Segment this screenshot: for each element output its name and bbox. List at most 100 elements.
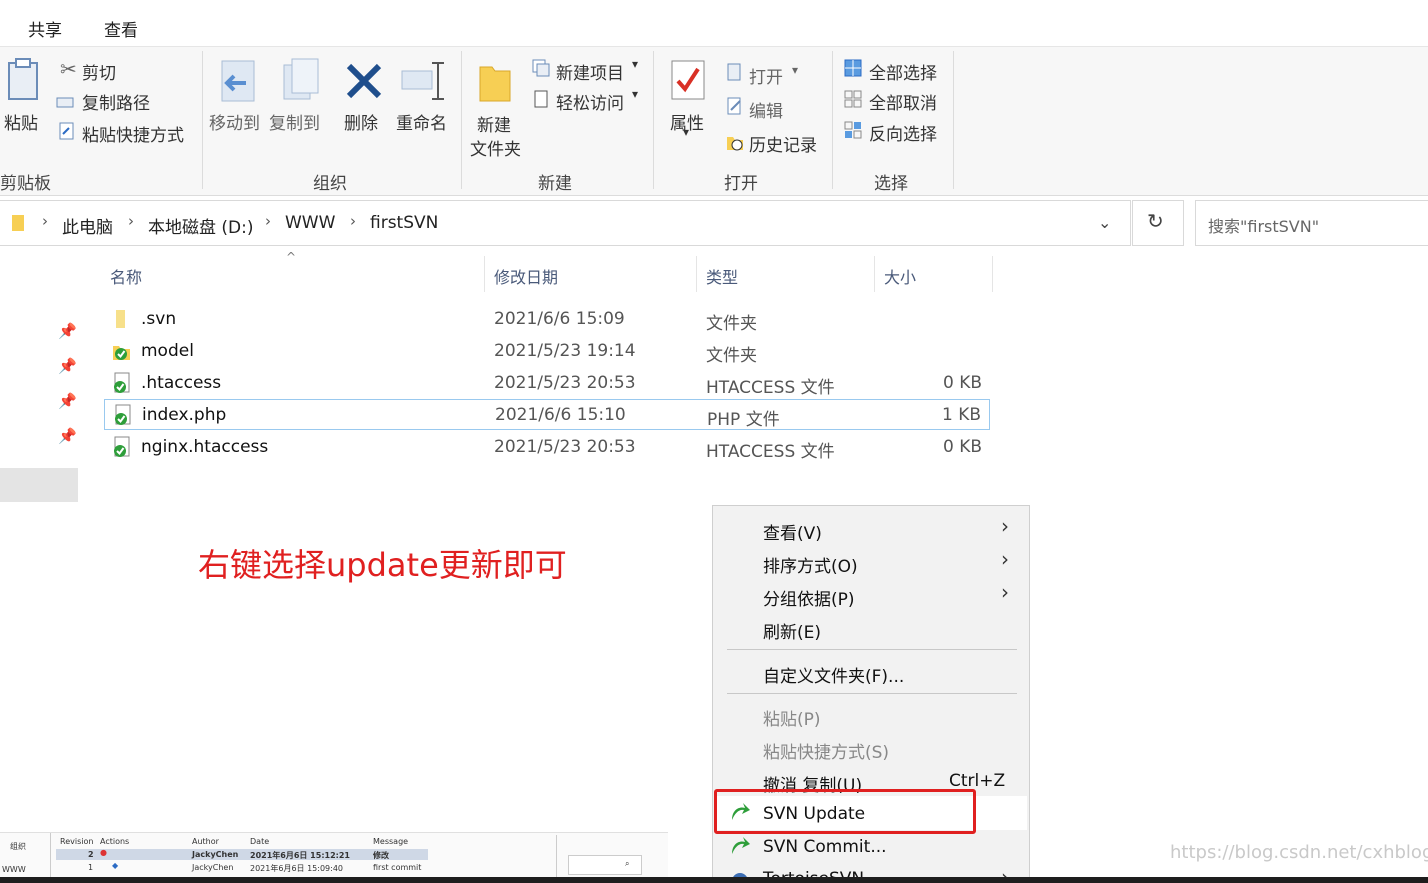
- new-folder-icon: [479, 66, 511, 102]
- thumb-search-input: ⌕: [568, 855, 642, 875]
- nav-pane-selected-item[interactable]: [0, 468, 78, 502]
- file-date: 2021/6/6 15:10: [495, 405, 626, 425]
- file-type: HTACCESS 文件: [706, 378, 835, 398]
- paste-label: 粘贴: [4, 114, 38, 134]
- column-header-size[interactable]: 大小: [884, 264, 916, 288]
- menu-item-view[interactable]: 查看(V): [763, 519, 822, 544]
- select-all-button[interactable]: 全部选择: [869, 59, 937, 84]
- properties-dropdown-icon[interactable]: ▾: [683, 125, 689, 139]
- column-header-date[interactable]: 修改日期: [494, 264, 558, 288]
- svn-commit-icon: [732, 837, 750, 854]
- file-name: .htaccess: [141, 373, 222, 393]
- chevron-right-icon: ›: [128, 212, 134, 230]
- history-icon: [727, 137, 743, 151]
- thumb-header: Author: [192, 837, 219, 846]
- address-bar[interactable]: › 此电脑 › 本地磁盘 (D:) › WWW › firstSVN ⌄: [0, 200, 1131, 246]
- rename-button[interactable]: 重命名: [396, 109, 447, 134]
- thumb-side-label: WWW: [2, 865, 26, 874]
- tab-share[interactable]: 共享: [28, 16, 62, 41]
- thumb-header: Message: [373, 837, 409, 846]
- edit-icon: [727, 97, 741, 115]
- divider: [50, 833, 51, 879]
- column-divider[interactable]: [484, 256, 485, 292]
- new-item-button[interactable]: 新建项目: [556, 59, 624, 84]
- search-box[interactable]: 搜索"firstSVN": [1195, 200, 1428, 246]
- breadcrumb-this-pc[interactable]: 此电脑: [62, 213, 113, 238]
- breadcrumb-local-disk[interactable]: 本地磁盘 (D:): [148, 213, 254, 238]
- svn-file-icon: [114, 436, 130, 457]
- cut-button[interactable]: 剪切: [82, 59, 116, 84]
- thumb-rev: 2: [88, 850, 94, 859]
- pin-icon[interactable]: 📌: [58, 392, 77, 410]
- menu-item-paste-shortcut: 粘贴快捷方式(S): [763, 743, 890, 763]
- thumb-action-icon: ●: [100, 848, 107, 857]
- breadcrumb-www[interactable]: WWW: [285, 213, 335, 233]
- search-input[interactable]: 搜索"firstSVN": [1208, 213, 1319, 237]
- menu-separator: [727, 649, 1017, 650]
- open-dropdown-icon[interactable]: ▾: [792, 63, 798, 77]
- column-divider[interactable]: [696, 256, 697, 292]
- menu-item-refresh[interactable]: 刷新(E): [763, 618, 821, 643]
- menu-item-sort[interactable]: 排序方式(O): [763, 552, 858, 577]
- file-date: 2021/5/23 20:53: [494, 373, 636, 393]
- svn-folder-icon: [113, 346, 130, 360]
- refresh-button[interactable]: ↻: [1132, 200, 1184, 246]
- open-group-label: 打开: [724, 174, 758, 194]
- tab-view[interactable]: 查看: [104, 16, 138, 41]
- menu-item-customize[interactable]: 自定义文件夹(F)...: [763, 662, 904, 687]
- select-none-button[interactable]: 全部取消: [869, 89, 937, 114]
- easy-access-dropdown-icon[interactable]: ▾: [632, 87, 638, 101]
- menu-item-group[interactable]: 分组依据(P): [763, 585, 855, 610]
- thumb-msg: first commit: [373, 863, 422, 872]
- open-button[interactable]: 打开: [749, 63, 783, 88]
- file-name: .svn: [141, 309, 177, 329]
- refresh-icon: ↻: [1147, 209, 1164, 233]
- clipboard-group-label: 剪贴板: [0, 174, 51, 194]
- new-item-dropdown-icon[interactable]: ▾: [632, 57, 638, 71]
- copy-to-icon: [283, 58, 319, 100]
- divider: [461, 51, 462, 189]
- chevron-right-icon: ›: [42, 212, 48, 230]
- file-row-selected[interactable]: index.php 2021/6/6 15:10 PHP 文件 1 KB: [104, 399, 990, 430]
- copy-to-button[interactable]: 复制到: [269, 109, 320, 134]
- annotation-text: 右键选择update更新即可: [198, 546, 567, 584]
- file-row[interactable]: .htaccess 2021/5/23 20:53 HTACCESS 文件 0 …: [104, 368, 990, 398]
- file-row[interactable]: nginx.htaccess 2021/5/23 20:53 HTACCESS …: [104, 432, 990, 462]
- chevron-down-icon[interactable]: ⌄: [1098, 213, 1111, 232]
- breadcrumb-firstsvn[interactable]: firstSVN: [370, 213, 438, 233]
- svn-file-icon: [114, 372, 130, 393]
- select-all-icon: [844, 59, 862, 77]
- new-folder-line1[interactable]: 新建: [477, 111, 511, 136]
- menu-item-undo-shortcut: Ctrl+Z: [949, 771, 1006, 791]
- bottom-edge-bar: [0, 877, 1428, 883]
- menu-item-svn-commit[interactable]: SVN Commit...: [763, 837, 887, 857]
- svn-log-thumbnail: 组织 WWW Revision Actions Author Date Mess…: [0, 832, 668, 879]
- move-to-icon: [221, 60, 255, 102]
- paste-shortcut-button[interactable]: 粘贴快捷方式: [82, 121, 184, 146]
- new-folder-line2[interactable]: 文件夹: [470, 135, 521, 160]
- search-icon: ⌕: [625, 859, 630, 868]
- column-divider[interactable]: [874, 256, 875, 292]
- move-to-button[interactable]: 移动到: [209, 109, 260, 134]
- easy-access-button[interactable]: 轻松访问: [556, 89, 624, 114]
- copy-path-button[interactable]: 复制路径: [82, 89, 150, 114]
- divider: [202, 51, 203, 189]
- ribbon-tabs: 共享 查看: [0, 0, 1428, 46]
- edit-button[interactable]: 编辑: [749, 97, 783, 122]
- pin-icon[interactable]: 📌: [58, 322, 77, 340]
- file-row[interactable]: model 2021/5/23 19:14 文件夹: [104, 336, 990, 366]
- scissors-icon: ✂: [60, 57, 77, 81]
- column-header-type[interactable]: 类型: [706, 264, 738, 288]
- pin-icon[interactable]: 📌: [58, 427, 77, 445]
- file-type: HTACCESS 文件: [706, 442, 835, 462]
- divider: [556, 835, 557, 879]
- column-divider[interactable]: [992, 256, 993, 292]
- ribbon: 粘贴 ✂ 剪切 复制路径 粘贴快捷方式 剪贴板 移动到 复制到 删除 重命名 组…: [0, 46, 1428, 196]
- column-header-name[interactable]: 名称: [110, 264, 142, 288]
- history-button[interactable]: 历史记录: [749, 131, 817, 156]
- invert-selection-button[interactable]: 反向选择: [869, 120, 937, 145]
- file-row[interactable]: .svn 2021/6/6 15:09 文件夹: [104, 304, 990, 334]
- pin-icon[interactable]: 📌: [58, 357, 77, 375]
- delete-button[interactable]: 删除: [344, 109, 378, 134]
- open-icon: [727, 63, 741, 81]
